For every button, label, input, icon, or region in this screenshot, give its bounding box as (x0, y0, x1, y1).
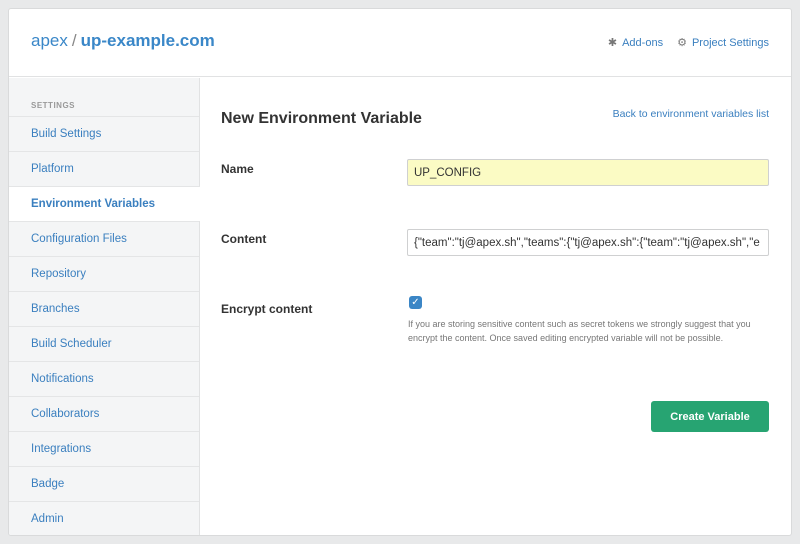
addons-link[interactable]: ✱ Add-ons (607, 36, 664, 50)
project-link[interactable]: up-example.com (81, 31, 215, 50)
header-links: ✱ Add-ons ⚙ Project Settings (607, 36, 769, 50)
project-settings-label: Project Settings (691, 36, 769, 49)
encrypt-label: Encrypt content (221, 302, 313, 316)
create-variable-button[interactable]: Create Variable (651, 401, 769, 432)
breadcrumb: apex / up-example.com (31, 31, 215, 51)
sidebar-item-build-settings[interactable]: Build Settings (9, 116, 199, 151)
main-content: New Environment Variable Back to environ… (201, 78, 791, 535)
org-link[interactable]: apex (31, 31, 68, 50)
sidebar-item-repository[interactable]: Repository (9, 256, 199, 291)
sidebar-item-environment-variables[interactable]: Environment Variables (9, 186, 200, 221)
check-icon: ✓ (411, 297, 420, 308)
name-field[interactable]: UP_CONFIG (407, 159, 769, 186)
sidebar-item-platform[interactable]: Platform (9, 151, 199, 186)
page-title: New Environment Variable (221, 110, 422, 127)
name-label: Name (221, 162, 254, 176)
gear-icon: ⚙ (677, 37, 687, 49)
back-link[interactable]: Back to environment variables list (613, 108, 769, 120)
sidebar-item-configuration-files[interactable]: Configuration Files (9, 221, 199, 256)
project-settings-link[interactable]: ⚙ Project Settings (677, 36, 769, 50)
sidebar-item-collaborators[interactable]: Collaborators (9, 396, 199, 431)
settings-sidebar: SETTINGS Build Settings Platform Environ… (9, 78, 200, 535)
settings-card: apex / up-example.com ✱ Add-ons ⚙ Project … (8, 8, 792, 536)
sidebar-item-notifications[interactable]: Notifications (9, 361, 199, 396)
breadcrumb-separator: / (71, 31, 77, 50)
sidebar-heading: SETTINGS (31, 101, 76, 110)
encrypt-help-text: If you are storing sensitive content suc… (408, 319, 751, 343)
content-field[interactable]: {"team":"tj@apex.sh","teams":{"tj@apex.s… (407, 229, 769, 256)
content-label: Content (221, 232, 267, 246)
addons-label: Add-ons (622, 36, 664, 49)
sidebar-item-badge[interactable]: Badge (9, 466, 199, 501)
page-header: apex / up-example.com ✱ Add-ons ⚙ Project … (9, 9, 791, 77)
puzzle-icon: ✱ (607, 37, 618, 49)
sidebar-item-build-scheduler[interactable]: Build Scheduler (9, 326, 199, 361)
sidebar-item-branches[interactable]: Branches (9, 291, 199, 326)
encrypt-checkbox[interactable]: ✓ (409, 296, 422, 309)
sidebar-item-integrations[interactable]: Integrations (9, 431, 199, 466)
sidebar-item-admin[interactable]: Admin (9, 501, 199, 535)
